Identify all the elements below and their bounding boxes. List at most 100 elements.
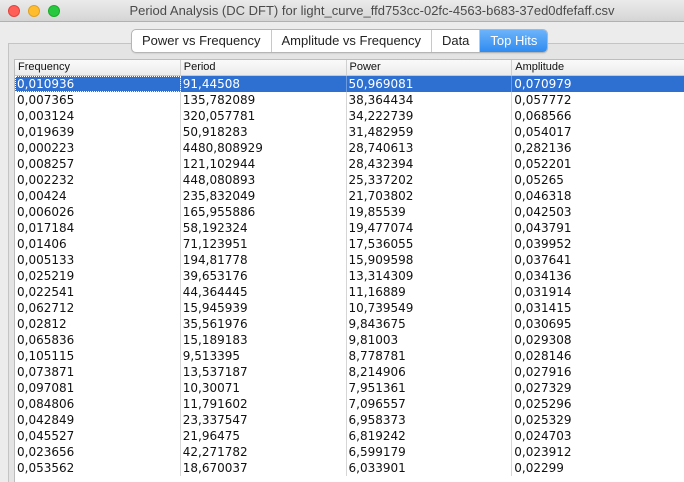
cell-power[interactable]: 28,432394 xyxy=(347,156,513,172)
cell-power[interactable]: 8,214906 xyxy=(347,364,513,380)
cell-amplitude[interactable]: 0,054017 xyxy=(512,124,684,140)
cell-power[interactable]: 15,909598 xyxy=(347,252,513,268)
cell-amplitude[interactable]: 0,028146 xyxy=(512,348,684,364)
cell-period[interactable]: 13,537187 xyxy=(181,364,347,380)
cell-power[interactable]: 7,096557 xyxy=(347,396,513,412)
cell-frequency[interactable]: 0,017184 xyxy=(15,220,181,236)
cell-period[interactable]: 18,670037 xyxy=(181,460,347,476)
tab-data[interactable]: Data xyxy=(432,30,481,52)
tab-top-hits[interactable]: Top Hits xyxy=(480,30,548,52)
table-row[interactable]: 0,023656 42,271782 6,599179 0,023912 xyxy=(15,444,684,460)
cell-frequency[interactable]: 0,005133 xyxy=(15,252,181,268)
table-row[interactable]: 0,006026 165,955886 19,85539 0,042503 xyxy=(15,204,684,220)
cell-period[interactable]: 4480,808929 xyxy=(181,140,347,156)
cell-frequency[interactable]: 0,002232 xyxy=(15,172,181,188)
column-header-power[interactable]: Power xyxy=(347,60,513,75)
cell-power[interactable]: 13,314309 xyxy=(347,268,513,284)
cell-amplitude[interactable]: 0,027916 xyxy=(512,364,684,380)
table-row[interactable]: 0,003124 320,057781 34,222739 0,068566 xyxy=(15,108,684,124)
cell-period[interactable]: 10,30071 xyxy=(181,380,347,396)
cell-frequency[interactable]: 0,010936 xyxy=(15,76,181,92)
cell-frequency[interactable]: 0,019639 xyxy=(15,124,181,140)
table-row[interactable]: 0,097081 10,30071 7,951361 0,027329 xyxy=(15,380,684,396)
cell-power[interactable]: 17,536055 xyxy=(347,236,513,252)
cell-frequency[interactable]: 0,065836 xyxy=(15,332,181,348)
cell-period[interactable]: 91,44508 xyxy=(181,76,347,92)
cell-amplitude[interactable]: 0,025329 xyxy=(512,412,684,428)
cell-frequency[interactable]: 0,073871 xyxy=(15,364,181,380)
cell-amplitude[interactable]: 0,042503 xyxy=(512,204,684,220)
cell-power[interactable]: 6,033901 xyxy=(347,460,513,476)
cell-amplitude[interactable]: 0,05265 xyxy=(512,172,684,188)
cell-amplitude[interactable]: 0,034136 xyxy=(512,268,684,284)
cell-amplitude[interactable]: 0,025296 xyxy=(512,396,684,412)
cell-amplitude[interactable]: 0,031914 xyxy=(512,284,684,300)
cell-amplitude[interactable]: 0,031415 xyxy=(512,300,684,316)
cell-period[interactable]: 39,653176 xyxy=(181,268,347,284)
cell-power[interactable]: 31,482959 xyxy=(347,124,513,140)
cell-period[interactable]: 42,271782 xyxy=(181,444,347,460)
cell-period[interactable]: 23,337547 xyxy=(181,412,347,428)
cell-power[interactable]: 8,778781 xyxy=(347,348,513,364)
column-header-amplitude[interactable]: Amplitude xyxy=(512,60,684,75)
table-row[interactable]: 0,019639 50,918283 31,482959 0,054017 xyxy=(15,124,684,140)
cell-amplitude[interactable]: 0,070979 xyxy=(512,76,684,92)
cell-frequency[interactable]: 0,097081 xyxy=(15,380,181,396)
cell-period[interactable]: 58,192324 xyxy=(181,220,347,236)
table-row[interactable]: 0,084806 11,791602 7,096557 0,025296 xyxy=(15,396,684,412)
table-row[interactable]: 0,042849 23,337547 6,958373 0,025329 xyxy=(15,412,684,428)
table-row[interactable]: 0,002232 448,080893 25,337202 0,05265 xyxy=(15,172,684,188)
cell-frequency[interactable]: 0,042849 xyxy=(15,412,181,428)
cell-amplitude[interactable]: 0,030695 xyxy=(512,316,684,332)
cell-period[interactable]: 15,945939 xyxy=(181,300,347,316)
cell-power[interactable]: 11,16889 xyxy=(347,284,513,300)
cell-period[interactable]: 9,513395 xyxy=(181,348,347,364)
cell-period[interactable]: 121,102944 xyxy=(181,156,347,172)
cell-amplitude[interactable]: 0,068566 xyxy=(512,108,684,124)
cell-frequency[interactable]: 0,01406 xyxy=(15,236,181,252)
cell-frequency[interactable]: 0,084806 xyxy=(15,396,181,412)
table-row[interactable]: 0,065836 15,189183 9,81003 0,029308 xyxy=(15,332,684,348)
cell-frequency[interactable]: 0,053562 xyxy=(15,460,181,476)
cell-period[interactable]: 165,955886 xyxy=(181,204,347,220)
cell-frequency[interactable]: 0,007365 xyxy=(15,92,181,108)
tab-amplitude-vs-frequency[interactable]: Amplitude vs Frequency xyxy=(272,30,432,52)
cell-amplitude[interactable]: 0,043791 xyxy=(512,220,684,236)
cell-power[interactable]: 38,364434 xyxy=(347,92,513,108)
cell-power[interactable]: 50,969081 xyxy=(347,76,513,92)
table-row[interactable]: 0,005133 194,81778 15,909598 0,037641 xyxy=(15,252,684,268)
table-row[interactable]: 0,053562 18,670037 6,033901 0,02299 xyxy=(15,460,684,476)
cell-power[interactable]: 6,599179 xyxy=(347,444,513,460)
column-header-period[interactable]: Period xyxy=(181,60,347,75)
cell-period[interactable]: 320,057781 xyxy=(181,108,347,124)
cell-power[interactable]: 6,819242 xyxy=(347,428,513,444)
cell-period[interactable]: 135,782089 xyxy=(181,92,347,108)
cell-amplitude[interactable]: 0,024703 xyxy=(512,428,684,444)
cell-amplitude[interactable]: 0,023912 xyxy=(512,444,684,460)
cell-frequency[interactable]: 0,006026 xyxy=(15,204,181,220)
cell-frequency[interactable]: 0,003124 xyxy=(15,108,181,124)
cell-amplitude[interactable]: 0,052201 xyxy=(512,156,684,172)
cell-period[interactable]: 448,080893 xyxy=(181,172,347,188)
table-row[interactable]: 0,00424 235,832049 21,703802 0,046318 xyxy=(15,188,684,204)
cell-amplitude[interactable]: 0,057772 xyxy=(512,92,684,108)
cell-power[interactable]: 28,740613 xyxy=(347,140,513,156)
cell-amplitude[interactable]: 0,046318 xyxy=(512,188,684,204)
cell-amplitude[interactable]: 0,039952 xyxy=(512,236,684,252)
cell-power[interactable]: 7,951361 xyxy=(347,380,513,396)
cell-power[interactable]: 19,85539 xyxy=(347,204,513,220)
cell-power[interactable]: 6,958373 xyxy=(347,412,513,428)
cell-amplitude[interactable]: 0,027329 xyxy=(512,380,684,396)
cell-period[interactable]: 15,189183 xyxy=(181,332,347,348)
table-row[interactable]: 0,01406 71,123951 17,536055 0,039952 xyxy=(15,236,684,252)
table-row[interactable]: 0,022541 44,364445 11,16889 0,031914 xyxy=(15,284,684,300)
table-row[interactable]: 0,000223 4480,808929 28,740613 0,282136 xyxy=(15,140,684,156)
cell-frequency[interactable]: 0,062712 xyxy=(15,300,181,316)
cell-frequency[interactable]: 0,045527 xyxy=(15,428,181,444)
cell-frequency[interactable]: 0,105115 xyxy=(15,348,181,364)
cell-power[interactable]: 21,703802 xyxy=(347,188,513,204)
table-row[interactable]: 0,105115 9,513395 8,778781 0,028146 xyxy=(15,348,684,364)
cell-frequency[interactable]: 0,008257 xyxy=(15,156,181,172)
cell-frequency[interactable]: 0,00424 xyxy=(15,188,181,204)
table-row[interactable]: 0,010936 91,44508 50,969081 0,070979 xyxy=(15,76,684,92)
